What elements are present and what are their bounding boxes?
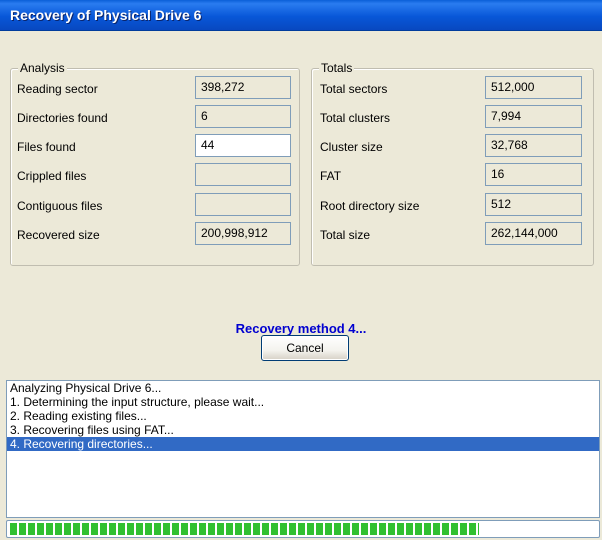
root-directory-size-label: Root directory size xyxy=(320,199,420,213)
log-item[interactable]: 1. Determining the input structure, plea… xyxy=(7,395,599,409)
totals-group: Totals Total sectors 512,000 Total clust… xyxy=(311,61,594,266)
progress-bar xyxy=(6,520,600,538)
log-item[interactable]: 2. Reading existing files... xyxy=(7,409,599,423)
cancel-button[interactable]: Cancel xyxy=(261,335,349,361)
recovered-size-field: 200,998,912 xyxy=(195,222,291,245)
log-item-selected[interactable]: 4. Recovering directories... xyxy=(7,437,599,451)
total-sectors-field: 512,000 xyxy=(485,76,582,99)
cluster-size-field: 32,768 xyxy=(485,134,582,157)
log-item[interactable]: 3. Recovering files using FAT... xyxy=(7,423,599,437)
fat-label: FAT xyxy=(320,169,342,183)
crippled-files-field xyxy=(195,163,291,186)
total-size-field: 262,144,000 xyxy=(485,222,582,245)
crippled-files-label: Crippled files xyxy=(17,169,87,183)
status-message: Recovery method 4... xyxy=(235,321,367,336)
files-found-label: Files found xyxy=(17,140,76,154)
directories-found-label: Directories found xyxy=(17,111,108,125)
total-sectors-label: Total sectors xyxy=(320,82,388,96)
progress-fill xyxy=(10,523,479,535)
total-clusters-label: Total clusters xyxy=(320,111,391,125)
contiguous-files-field xyxy=(195,193,291,216)
analysis-group-title: Analysis xyxy=(18,61,67,75)
fat-field: 16 xyxy=(485,163,582,186)
recovery-dialog: Recovery of Physical Drive 6 Analysis Re… xyxy=(0,0,602,540)
cluster-size-label: Cluster size xyxy=(320,140,383,154)
directories-found-field: 6 xyxy=(195,105,291,128)
contiguous-files-label: Contiguous files xyxy=(17,199,103,213)
reading-sector-label: Reading sector xyxy=(17,82,98,96)
title-bar[interactable]: Recovery of Physical Drive 6 xyxy=(0,0,602,31)
analysis-group: Analysis Reading sector 398,272 Director… xyxy=(10,61,300,266)
log-item[interactable]: Analyzing Physical Drive 6... xyxy=(7,381,599,395)
total-clusters-field: 7,994 xyxy=(485,105,582,128)
window-title: Recovery of Physical Drive 6 xyxy=(10,7,202,23)
recovered-size-label: Recovered size xyxy=(17,228,100,242)
root-directory-size-field: 512 xyxy=(485,193,582,216)
files-found-field[interactable]: 44 xyxy=(195,134,291,157)
log-list[interactable]: Analyzing Physical Drive 6... 1. Determi… xyxy=(6,380,600,518)
reading-sector-field: 398,272 xyxy=(195,76,291,99)
total-size-label: Total size xyxy=(320,228,371,242)
totals-group-title: Totals xyxy=(319,61,355,75)
